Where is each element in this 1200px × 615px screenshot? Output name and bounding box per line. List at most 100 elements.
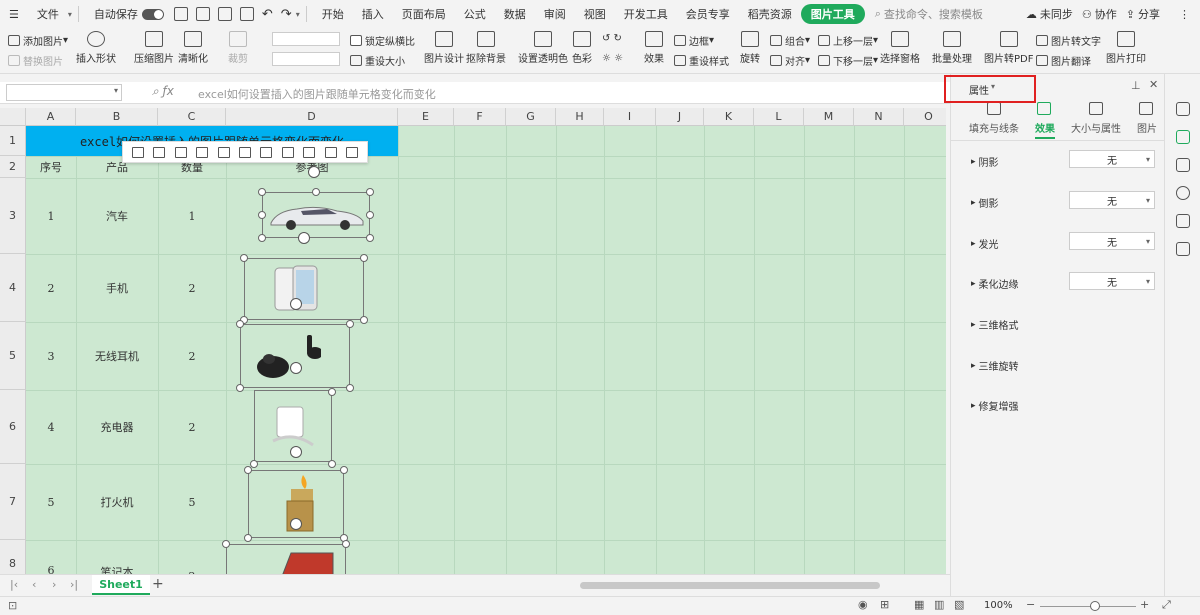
last-sheet-icon[interactable]: ›| xyxy=(70,578,78,591)
first-sheet-icon[interactable]: |‹ xyxy=(10,578,18,591)
align-button[interactable]: 对齐 ▾ xyxy=(770,53,810,68)
collab-button[interactable]: 协作 xyxy=(1092,6,1126,22)
tab-page-layout[interactable]: 页面布局 xyxy=(393,6,455,22)
resize-handle[interactable] xyxy=(342,540,350,548)
panel-tab-size-properties[interactable]: 大小与属性 xyxy=(1071,120,1121,135)
tab-insert[interactable]: 插入 xyxy=(353,6,393,22)
resize-handle[interactable] xyxy=(366,188,374,196)
prev-sheet-icon[interactable]: ‹ xyxy=(32,578,36,591)
chevron-down-icon[interactable]: ▾ xyxy=(68,10,72,19)
table-cell[interactable]: 5 xyxy=(26,464,76,540)
picture-icon[interactable] xyxy=(1139,102,1153,115)
row-header[interactable]: 1 xyxy=(0,126,26,156)
crop-button[interactable]: 裁剪 xyxy=(228,31,248,65)
table-cell[interactable]: 2 xyxy=(158,390,226,464)
effects-icon[interactable] xyxy=(1037,102,1051,115)
column-header[interactable]: O xyxy=(904,108,946,126)
rotate-handle-icon[interactable] xyxy=(290,446,302,458)
lock-ratio-checkbox[interactable]: 锁定纵横比 xyxy=(350,33,415,48)
resize-handle[interactable] xyxy=(236,320,244,328)
distribute-vertical-icon[interactable] xyxy=(281,146,294,158)
resize-handle[interactable] xyxy=(244,466,252,474)
eye-protect-icon[interactable]: ◉ xyxy=(858,598,868,611)
resize-handle[interactable] xyxy=(346,384,354,392)
share-button[interactable]: 分享 xyxy=(1135,6,1169,22)
align-center-icon[interactable] xyxy=(153,146,166,158)
prop-shadow[interactable]: 阴影 xyxy=(971,154,999,169)
resize-handle[interactable] xyxy=(360,316,368,324)
zoom-slider-thumb[interactable] xyxy=(1090,601,1100,611)
tab-home[interactable]: 开始 xyxy=(313,6,353,22)
user-icon[interactable]: ⚇ xyxy=(1082,8,1092,21)
table-cell[interactable]: 汽车 xyxy=(76,178,158,254)
column-header[interactable]: F xyxy=(454,108,506,126)
row-header[interactable]: 3 xyxy=(0,178,26,254)
table-cell[interactable]: 6 xyxy=(26,540,76,574)
resize-handle[interactable] xyxy=(366,211,374,219)
panel-tab-fill-line[interactable]: 填充与线条 xyxy=(969,120,1019,135)
remove-bg-button[interactable]: 抠除背景 xyxy=(466,31,506,65)
img-translate-button[interactable]: 图片翻译 xyxy=(1036,53,1091,68)
row-header[interactable]: 7 xyxy=(0,464,26,540)
resize-handle[interactable] xyxy=(328,460,336,468)
layout-icon[interactable]: ⊞ xyxy=(880,598,889,611)
rotate-handle-icon[interactable] xyxy=(290,362,302,374)
rotate-handle-icon[interactable] xyxy=(308,166,320,178)
img-to-text-button[interactable]: 图片转文字 xyxy=(1036,33,1101,48)
tab-formulas[interactable]: 公式 xyxy=(455,6,495,22)
hamburger-icon[interactable]: ☰ xyxy=(0,8,28,21)
resize-handle[interactable] xyxy=(258,211,266,219)
table-cell[interactable]: 无线耳机 xyxy=(76,322,158,390)
resize-handle[interactable] xyxy=(346,320,354,328)
align-bottom-icon[interactable] xyxy=(238,146,251,158)
table-cell[interactable]: 充电器 xyxy=(76,390,158,464)
autosave-toggle[interactable] xyxy=(141,8,164,20)
header-cell[interactable]: 序号 xyxy=(26,156,76,178)
help-icon[interactable] xyxy=(1176,186,1190,200)
earbuds-image[interactable] xyxy=(240,324,350,388)
more-icon[interactable]: ⋮ xyxy=(1169,8,1200,21)
tab-review[interactable]: 审阅 xyxy=(535,6,575,22)
chevron-down-icon[interactable]: ▾ xyxy=(296,10,300,19)
size-icon[interactable] xyxy=(1089,102,1103,115)
img-print-button[interactable]: 图片打印 xyxy=(1106,31,1146,65)
resize-handle[interactable] xyxy=(328,388,336,396)
align-left-icon[interactable] xyxy=(131,146,144,158)
resize-handle[interactable] xyxy=(366,234,374,242)
color-button[interactable]: 色彩 xyxy=(572,31,592,65)
tab-data[interactable]: 数据 xyxy=(495,6,535,22)
backup-icon[interactable] xyxy=(1176,214,1190,228)
column-header[interactable]: N xyxy=(854,108,904,126)
row-header[interactable]: 6 xyxy=(0,390,26,464)
zoom-level[interactable]: 100% xyxy=(984,600,1013,611)
group-icon[interactable] xyxy=(324,146,337,158)
image-design-button[interactable]: 图片设计 xyxy=(424,31,464,65)
table-cell[interactable]: 4 xyxy=(26,390,76,464)
table-cell[interactable]: 2 xyxy=(158,540,226,574)
column-header[interactable]: G xyxy=(506,108,556,126)
reset-size-button[interactable]: 重设大小 xyxy=(350,53,405,68)
ungroup-icon[interactable] xyxy=(346,146,359,158)
replace-image-button[interactable]: 替换图片 xyxy=(8,53,63,68)
table-cell[interactable]: 手机 xyxy=(76,254,158,322)
column-header[interactable]: J xyxy=(656,108,704,126)
tab-developer[interactable]: 开发工具 xyxy=(615,6,677,22)
next-sheet-icon[interactable]: › xyxy=(52,578,56,591)
resize-handle[interactable] xyxy=(258,188,266,196)
column-header[interactable]: E xyxy=(398,108,454,126)
insert-shape-button[interactable]: 插入形状 xyxy=(76,31,116,65)
align-middle-icon[interactable] xyxy=(217,146,230,158)
column-header[interactable]: C xyxy=(158,108,226,126)
rotate-handle-icon[interactable] xyxy=(290,518,302,530)
reflection-select[interactable]: 无 xyxy=(1069,191,1155,209)
zoom-slider[interactable] xyxy=(1040,606,1136,607)
brightness-icon[interactable]: ☼ ☼ xyxy=(602,53,623,64)
fx-icon[interactable]: ⌕ ƒx xyxy=(152,84,174,99)
properties-icon[interactable] xyxy=(1176,130,1190,144)
add-sheet-icon[interactable]: + xyxy=(152,576,164,592)
table-cell[interactable]: 2 xyxy=(158,254,226,322)
pin-icon[interactable]: ⊥ xyxy=(1131,79,1141,92)
group-button[interactable]: 组合 ▾ xyxy=(770,33,810,48)
table-cell[interactable]: 2 xyxy=(158,322,226,390)
row-header[interactable]: 4 xyxy=(0,254,26,322)
